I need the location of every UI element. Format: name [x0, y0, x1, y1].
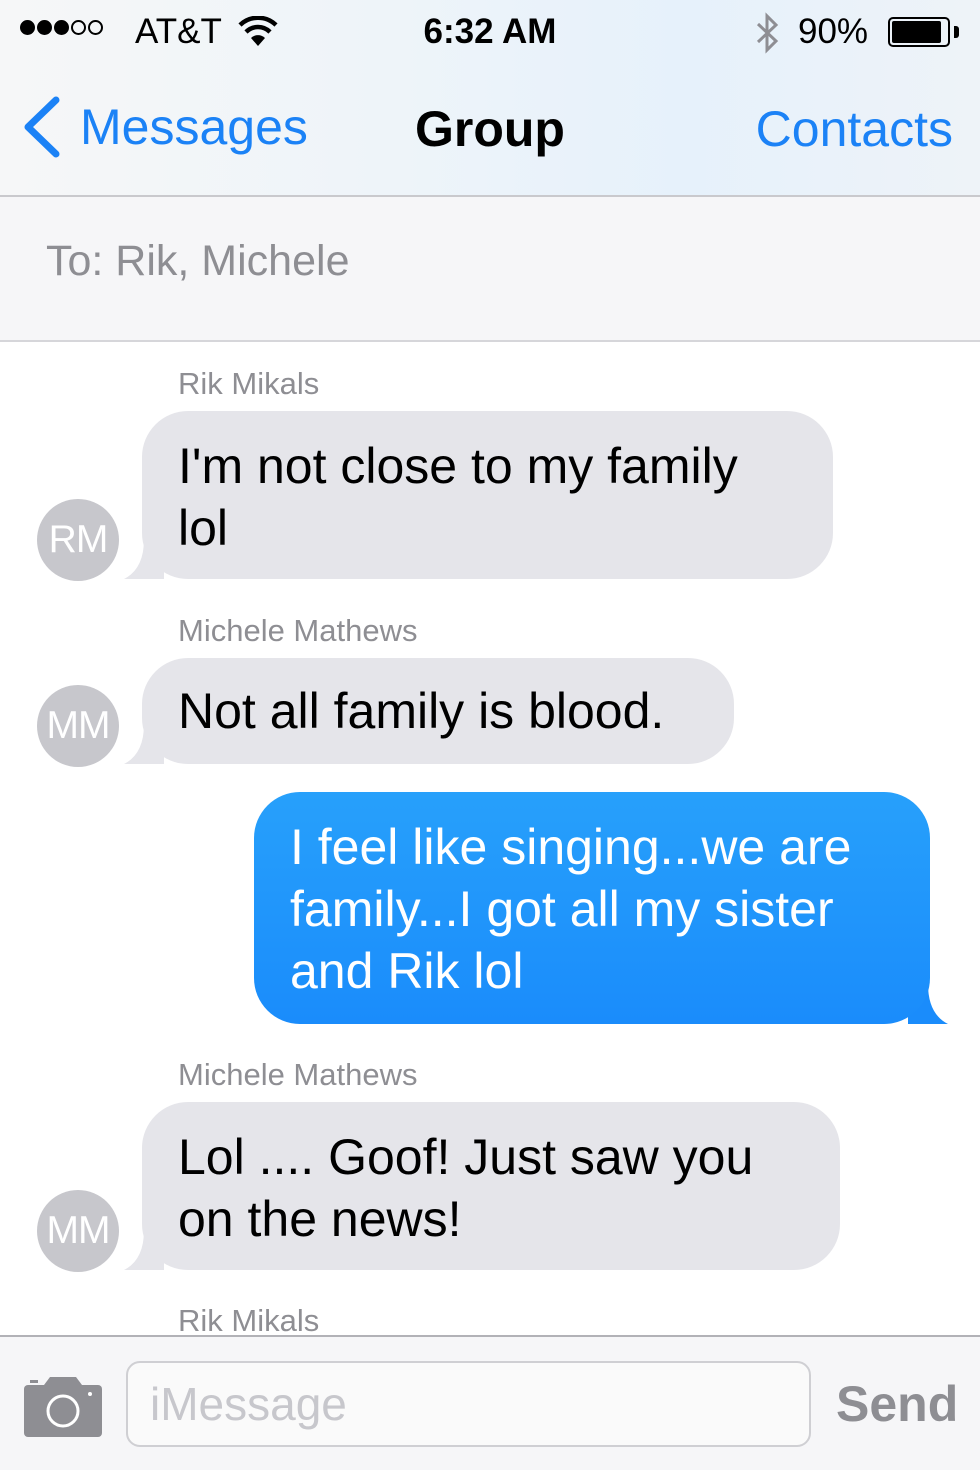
message-text-line: Not all family is blood. [178, 683, 665, 739]
send-button[interactable]: Send [836, 1375, 958, 1433]
battery-fill [892, 21, 941, 43]
message-text-line: on the news! [178, 1191, 462, 1247]
message-text-line: and Rik lol [290, 943, 524, 999]
imessage-input[interactable] [126, 1361, 811, 1447]
sender-name: Rik Mikals [178, 1303, 320, 1338]
message-bubble-outgoing[interactable]: I feel like singing...we are family...I … [254, 792, 948, 1024]
status-bar: AT&T 6:32 AM 90% [0, 0, 980, 64]
battery-tip [954, 26, 959, 38]
contacts-button[interactable]: Contacts [756, 100, 953, 158]
recipients-field[interactable]: To: Rik, Michele [0, 197, 980, 342]
top-bar: AT&T 6:32 AM 90% Messages Group Contacts [0, 0, 980, 197]
sender-name: Michele Mathews [178, 1057, 418, 1092]
battery-icon [888, 17, 950, 47]
message-text-line: I feel like singing...we are [290, 819, 852, 875]
message-text-line: family...I got all my sister [290, 881, 834, 937]
battery-percent: 90% [798, 12, 869, 51]
sender-name: Michele Mathews [178, 613, 418, 648]
message-bubble[interactable]: Not all family is blood. [124, 658, 734, 764]
avatar[interactable]: RM [37, 499, 119, 581]
sender-name: Rik Mikals [178, 366, 320, 401]
camera-icon[interactable] [24, 1375, 102, 1437]
bluetooth-icon [756, 12, 779, 54]
message-text-line: lol [178, 500, 229, 556]
navigation-bar: Messages Group Contacts [0, 64, 980, 197]
recipients-text: To: Rik, Michele [46, 237, 350, 285]
avatar[interactable]: MM [37, 1190, 119, 1272]
message-bubble[interactable]: I'm not close to my family lol [124, 411, 833, 579]
avatar[interactable]: MM [37, 685, 119, 767]
message-text-line: I'm not close to my family [178, 438, 738, 494]
message-bubble[interactable]: Lol .... Goof! Just saw you on the news! [124, 1102, 840, 1270]
message-text-line: Lol .... Goof! Just saw you [178, 1129, 754, 1185]
message-input-bar: Send [0, 1335, 980, 1470]
